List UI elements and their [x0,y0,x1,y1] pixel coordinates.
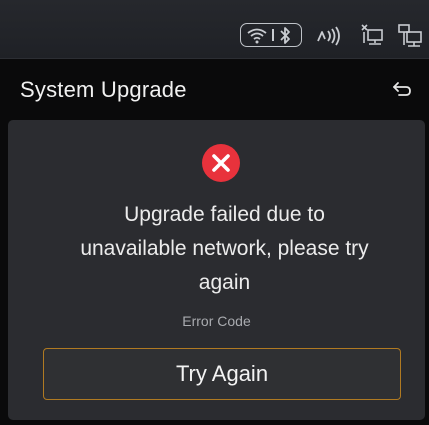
wifi-icon [247,28,267,44]
header: System Upgrade [0,59,429,119]
status-bar [0,0,429,59]
network-disconnected-icon [361,24,383,45]
error-message: Upgrade failed due to unavailable networ… [28,198,421,300]
try-again-label: Try Again [175,361,269,386]
try-again-button[interactable]: Try Again [43,348,401,400]
screen: System Upgrade Upgrade failed due to una… [0,0,429,425]
error-x-icon [202,144,240,182]
nfc-icon [317,26,340,46]
error-message-line-2: unavailable network, please try [80,237,369,260]
bluetooth-icon [280,27,290,44]
error-code-label: Error Code [182,313,251,329]
network-icon [398,24,422,47]
upgrade-failed-dialog: Upgrade failed due to unavailable networ… [8,120,425,420]
error-message-line-3: again [198,271,251,294]
pill-divider [272,29,274,41]
back-arrow-icon[interactable] [389,77,415,103]
page-title: System Upgrade [20,77,187,102]
error-message-line-1: Upgrade failed due to [124,203,325,226]
